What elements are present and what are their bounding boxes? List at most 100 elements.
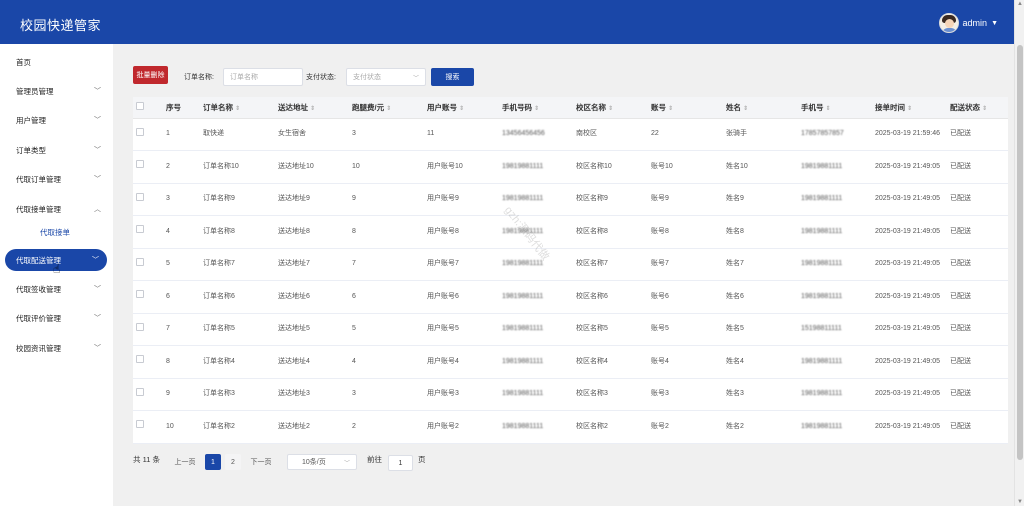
table-cell: 账号7 [648,248,723,281]
order-name-input[interactable]: 订单名称 [223,68,303,86]
table-row[interactable]: 10 订单名称2 送达地址2 2 用户账号2 19819881111 校区名称2 账号2 姓名2… [133,410,1008,444]
table-row[interactable]: 2 订单名称10 送达地址10 10 用户账号10 19819881111 校区名称10 账号… [133,150,1008,184]
chevron-down-icon: ﹀ [94,315,101,322]
row-checkbox[interactable] [136,290,144,299]
sidebar-item-users[interactable]: 用户管理 ﹀ [0,109,113,131]
table-cell: 送达地址10 [275,150,349,184]
row-checkbox-cell[interactable] [133,215,163,249]
sort-icon[interactable]: ⇕ [459,106,464,112]
table-cell: 已配送 [947,345,1008,379]
table-cell: 已配送 [947,215,1008,249]
sort-icon[interactable]: ⇕ [907,106,912,112]
row-checkbox[interactable] [136,225,144,234]
column-header[interactable]: 手机号码 ⇕ [499,97,573,119]
sidebar-item-label: 代取订单管理 [16,174,61,184]
sort-icon[interactable]: ⇕ [608,106,613,112]
pay-status-select[interactable]: 支付状态 ﹀ [346,68,426,86]
column-header[interactable]: 校区名称 ⇕ [573,97,648,119]
sidebar-item-pickup-orders[interactable]: 代取订单管理 ﹀ [0,168,113,190]
select-all-checkbox-cell[interactable] [133,97,163,119]
sort-icon[interactable]: ⇕ [386,106,391,112]
scroll-up-icon[interactable]: ▲ [1017,1,1023,7]
row-checkbox[interactable] [136,420,144,429]
sidebar-subitem-pickup-accept[interactable]: 代取接单 [40,227,70,238]
page-size-select[interactable]: 10条/页 ﹀ [287,454,357,470]
sidebar-item-pickup-accept[interactable]: 代取接单管理 ︿ [0,198,113,220]
select-all-checkbox[interactable] [136,102,144,111]
goto-page-input[interactable]: 1 [388,455,413,471]
column-header[interactable]: 送达地址 ⇕ [275,97,349,119]
table-cell: 取快递 [200,118,275,151]
table-cell: 账号8 [648,215,723,249]
avatar[interactable] [938,13,959,33]
sidebar-item-reviews[interactable]: 代取评价管理 ﹀ [0,307,113,329]
page-1-button[interactable]: 1 [205,454,221,470]
row-checkbox[interactable] [136,160,144,169]
row-checkbox-cell[interactable] [133,378,163,411]
chevron-down-icon: ﹀ [94,286,101,293]
sort-icon[interactable]: ⇕ [826,106,831,112]
chevron-down-icon[interactable]: ▼ [991,20,998,27]
sort-icon[interactable]: ⇕ [982,106,987,112]
next-page-button[interactable]: 下一页 [246,454,276,470]
table-row[interactable]: 4 订单名称8 送达地址8 8 用户账号8 19819881111 校区名称8 账号8 姓名8 1… [133,215,1008,249]
sidebar-item-home[interactable]: 首页 [0,51,113,73]
column-header[interactable]: 配送状态 ⇕ [947,97,1008,119]
sidebar-item-order-types[interactable]: 订单类型 ﹀ [0,139,113,161]
table-cell: 订单名称4 [200,345,275,379]
user-menu[interactable]: admin ▼ [938,13,998,33]
table-row[interactable]: 8 订单名称4 送达地址4 4 用户账号4 19819881111 校区名称4 账号4 姓名4 1… [133,345,1008,379]
sort-icon[interactable]: ⇕ [668,106,673,112]
batch-delete-button[interactable]: 批量删除 [133,66,168,84]
search-button[interactable]: 搜索 [431,68,474,86]
row-checkbox[interactable] [136,192,144,201]
row-checkbox[interactable] [136,387,144,396]
table-row[interactable]: 3 订单名称9 送达地址9 9 用户账号9 19819881111 校区名称9 账号9 姓名9 1… [133,183,1008,216]
sort-icon[interactable]: ⇕ [235,106,240,112]
row-checkbox-cell[interactable] [133,280,163,314]
row-checkbox[interactable] [136,257,144,266]
user-name[interactable]: admin [963,18,988,28]
column-header[interactable]: 用户账号 ⇕ [424,97,499,119]
table-cell: 3 [163,183,200,216]
row-checkbox-cell[interactable] [133,345,163,379]
page-2-button[interactable]: 2 [225,454,241,470]
table-row[interactable]: 9 订单名称3 送达地址3 3 用户账号3 19819881111 校区名称3 账号3 姓名3 1… [133,378,1008,411]
column-header[interactable]: 订单名称 ⇕ [200,97,275,119]
table-row[interactable]: 7 订单名称5 送达地址5 5 用户账号5 19819881111 校区名称5 账号5 姓名5 1… [133,313,1008,346]
row-checkbox-cell[interactable] [133,118,163,151]
sort-icon[interactable]: ⇕ [310,106,315,112]
sort-icon[interactable]: ⇕ [743,106,748,112]
sidebar-item-news[interactable]: 校园资讯管理 ﹀ [0,337,113,359]
column-header[interactable]: 手机号 ⇕ [798,97,872,119]
table-row[interactable]: 1 取快递 女生宿舍 3 11 13456456456 南校区 22 张骑手 1785785785… [133,118,1008,151]
row-checkbox-cell[interactable] [133,313,163,346]
table-row[interactable]: 5 订单名称7 送达地址7 7 用户账号7 19819881111 校区名称7 账号7 姓名7 1… [133,248,1008,281]
sidebar-item-signoff[interactable]: 代取签收管理 ﹀ [0,278,113,300]
column-header[interactable]: 接单时间 ⇕ [872,97,947,119]
prev-page-button[interactable]: 上一页 [170,454,200,470]
chevron-down-icon: ﹀ [343,461,350,467]
table-cell: 用户账号3 [424,378,499,411]
table-cell: 9 [349,183,424,216]
row-checkbox-cell[interactable] [133,150,163,184]
column-header-label: 送达地址 [278,102,308,112]
scrollbar-thumb[interactable] [1017,45,1023,460]
sort-icon[interactable]: ⇕ [534,106,539,112]
column-header[interactable]: 账号 ⇕ [648,97,723,119]
row-checkbox[interactable] [136,355,144,364]
row-checkbox[interactable] [136,322,144,331]
row-checkbox-cell[interactable] [133,410,163,444]
row-checkbox[interactable] [136,127,144,136]
table-row[interactable]: 6 订单名称6 送达地址6 6 用户账号6 19819881111 校区名称6 账号6 姓名6 1… [133,280,1008,314]
column-header[interactable]: 跑腿费/元 ⇕ [349,97,424,119]
row-checkbox-cell[interactable] [133,183,163,216]
column-header[interactable]: 姓名 ⇕ [723,97,798,119]
table-cell: 10 [349,150,424,184]
table-cell: 已配送 [947,410,1008,444]
vertical-scrollbar[interactable]: ▲ ▼ [1014,0,1024,506]
scroll-down-icon[interactable]: ▼ [1017,499,1023,505]
table-cell: 5 [163,248,200,281]
row-checkbox-cell[interactable] [133,248,163,281]
sidebar-item-admin[interactable]: 管理员管理 ﹀ [0,80,113,102]
